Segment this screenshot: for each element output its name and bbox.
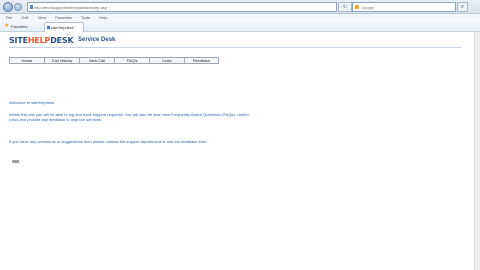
page-content: SITEHELPDESK Service Desk Home Call Hist…	[0, 32, 480, 270]
logo-text-desk: DESK	[50, 36, 74, 45]
menu-view[interactable]: View	[38, 15, 47, 20]
nav-new-call[interactable]: New Call	[79, 57, 114, 64]
page-icon	[30, 5, 33, 9]
page-subtitle: Service Desk	[78, 37, 116, 43]
nav-call-history[interactable]: Call History	[44, 57, 79, 64]
menu-bar: File Edit View Favorites Tools Help	[0, 14, 480, 21]
nav-links[interactable]: Links	[149, 57, 184, 64]
main-nav: Home Call History New Call FAQ's Links F…	[9, 57, 219, 64]
back-button[interactable]	[3, 2, 13, 12]
search-placeholder: Google	[361, 5, 374, 10]
url-input[interactable]: http://techsupport/sitehelpdesk/ep/ep.as…	[27, 2, 337, 12]
nav-home[interactable]: Home	[9, 57, 44, 64]
intro-paragraph: Within this site you will be able to log…	[9, 112, 249, 122]
favorites-bar: ★ Favorites siteHelpdesk	[0, 21, 480, 32]
search-input[interactable]: Google	[352, 2, 456, 12]
search-provider-icon	[355, 5, 359, 9]
nav-faqs[interactable]: FAQ's	[114, 57, 149, 64]
browser-address-bar: http://techsupport/sitehelpdesk/ep/ep.as…	[0, 0, 480, 14]
contact-paragraph: If you have any comments or suggestions …	[9, 139, 208, 144]
menu-tools[interactable]: Tools	[81, 15, 90, 20]
page-scrollbar[interactable]	[474, 32, 480, 270]
browser-tab[interactable]: siteHelpdesk	[44, 22, 84, 32]
logo-text-lp: LP	[39, 36, 51, 45]
menu-edit[interactable]: Edit	[22, 15, 29, 20]
menu-favorites[interactable]: Favorites	[55, 15, 71, 20]
forward-button[interactable]	[14, 3, 22, 11]
header-divider	[9, 47, 462, 48]
tab-favicon-icon	[47, 26, 50, 29]
nav-feedback[interactable]: Feedback	[184, 57, 219, 64]
footer-mark: sss	[12, 159, 19, 165]
menu-help[interactable]: Help	[99, 15, 107, 20]
search-icon[interactable]: ⌕	[457, 2, 468, 12]
site-logo[interactable]: SITEHELPDESK	[9, 36, 74, 45]
logo-text-site: SITE	[9, 36, 28, 45]
refresh-button[interactable]: ↻	[338, 2, 352, 12]
url-text: http://techsupport/sitehelpdesk/ep/ep.as…	[34, 5, 107, 10]
favorites-button[interactable]: Favorites	[11, 23, 27, 30]
star-icon[interactable]: ★	[4, 23, 9, 30]
tab-title: siteHelpdesk	[51, 25, 74, 30]
welcome-heading: Welcome to siteHelpdesk	[9, 100, 55, 105]
menu-file[interactable]: File	[6, 15, 12, 20]
